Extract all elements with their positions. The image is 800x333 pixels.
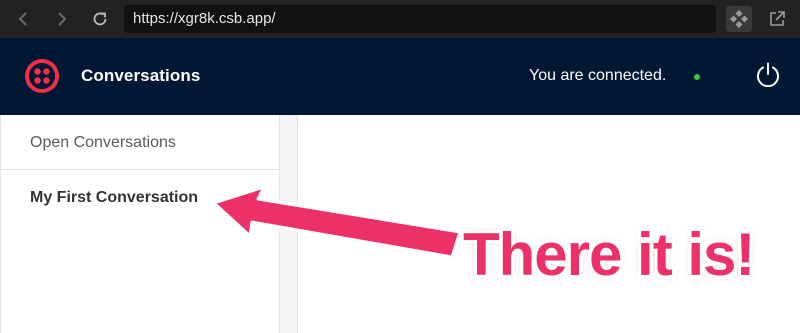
status-indicator-dot [694, 74, 700, 80]
codesandbox-icon [730, 10, 748, 28]
open-external-icon [770, 11, 785, 26]
back-button[interactable] [12, 8, 34, 30]
forward-button[interactable] [51, 8, 73, 30]
browser-toolbar: https://xgr8k.csb.app/ [0, 0, 800, 38]
chevron-left-icon [18, 12, 27, 26]
open-external-button[interactable] [764, 6, 790, 32]
annotation-label: There it is! [463, 221, 755, 288]
conversations-sidebar: Open Conversations My First Conversation [0, 115, 280, 333]
power-icon[interactable] [754, 61, 782, 89]
extension-button[interactable] [726, 6, 752, 32]
conversation-list-item[interactable]: My First Conversation [1, 170, 279, 226]
address-bar[interactable]: https://xgr8k.csb.app/ [124, 5, 716, 33]
connection-status: You are connected. [529, 67, 667, 84]
chevron-right-icon [58, 12, 67, 26]
sidebar-scrollbar[interactable] [280, 115, 298, 333]
twilio-logo-icon [25, 59, 59, 93]
app-title: Conversations [81, 66, 201, 85]
reload-button[interactable] [89, 8, 111, 30]
sidebar-heading: Open Conversations [1, 115, 279, 170]
reload-icon [93, 12, 107, 26]
app-header: Conversations You are connected. [0, 38, 800, 115]
